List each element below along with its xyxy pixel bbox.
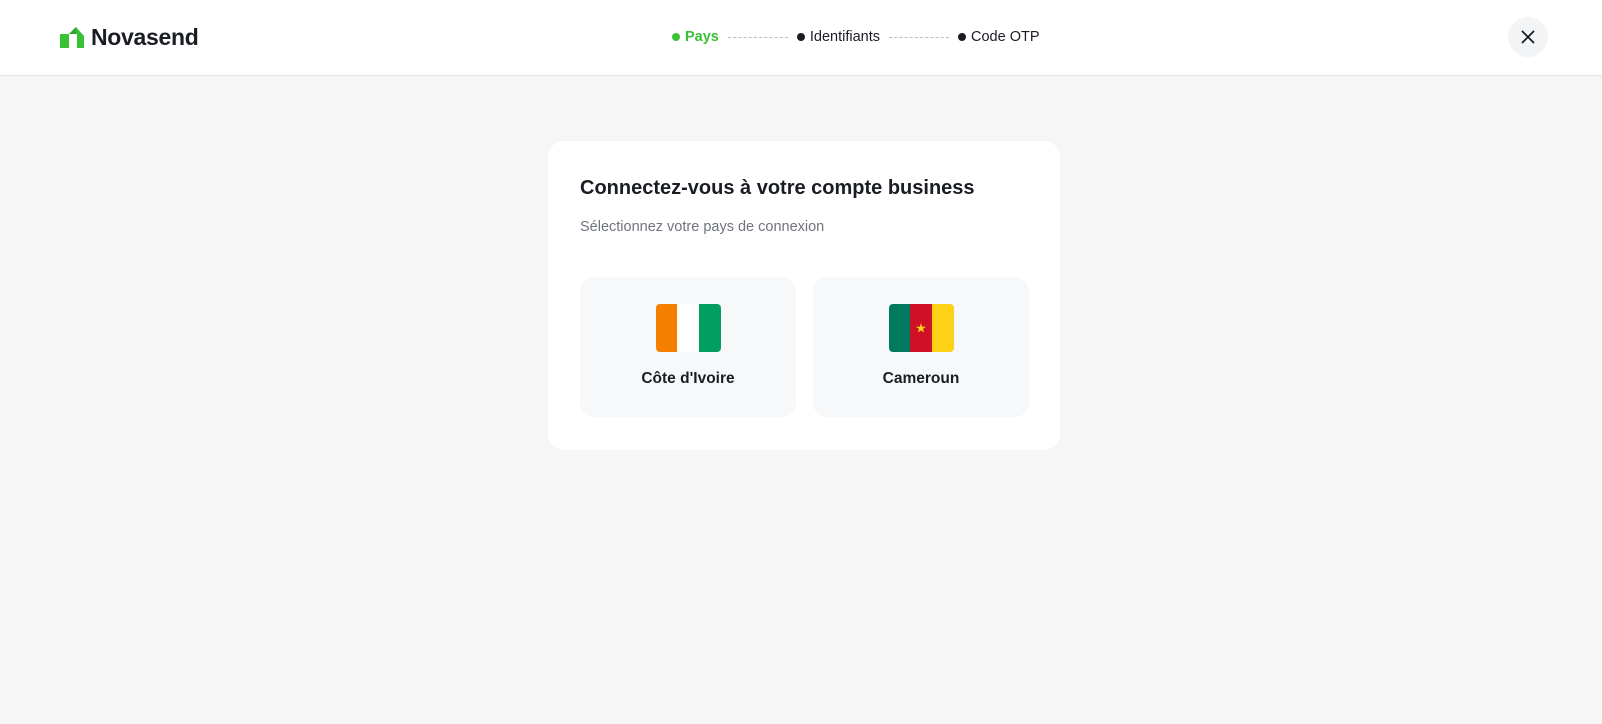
country-options: Côte d'Ivoire ★ Cameroun [580, 277, 1029, 417]
country-option-cameroun[interactable]: ★ Cameroun [813, 277, 1029, 417]
step-identifiants: Identifiants [796, 29, 881, 45]
star-icon: ★ [915, 320, 927, 336]
cote-divoire-flag-icon [655, 304, 721, 352]
step-label: Identifiants [809, 29, 881, 45]
step-dot-icon [672, 33, 680, 41]
step-connector [727, 36, 788, 38]
step-code-otp: Code OTP [958, 29, 1040, 45]
close-icon [1521, 30, 1535, 44]
step-label: Pays [685, 29, 719, 45]
card-title: Connectez-vous à votre compte business [580, 177, 975, 199]
card-subtitle: Sélectionnez votre pays de connexion [580, 219, 825, 235]
novasend-logo-icon [60, 27, 84, 48]
brand-logo[interactable]: Novasend [60, 24, 199, 51]
cameroon-flag-icon: ★ [888, 304, 954, 352]
step-connector [889, 36, 950, 38]
country-option-cote-divoire[interactable]: Côte d'Ivoire [580, 277, 796, 417]
close-button[interactable] [1508, 17, 1548, 57]
login-card: Connectez-vous à votre compte business S… [548, 141, 1060, 450]
step-pays: Pays [672, 29, 719, 45]
step-label: Code OTP [971, 29, 1040, 45]
progress-stepper: Pays Identifiants Code OTP [672, 27, 1040, 47]
top-header: Novasend Pays Identifiants Code OTP [0, 0, 1602, 76]
step-dot-icon [958, 33, 967, 41]
country-name: Cameroun [882, 370, 960, 387]
country-name: Côte d'Ivoire [641, 370, 735, 387]
brand-name: Novasend [91, 24, 199, 50]
step-dot-icon [796, 33, 805, 41]
